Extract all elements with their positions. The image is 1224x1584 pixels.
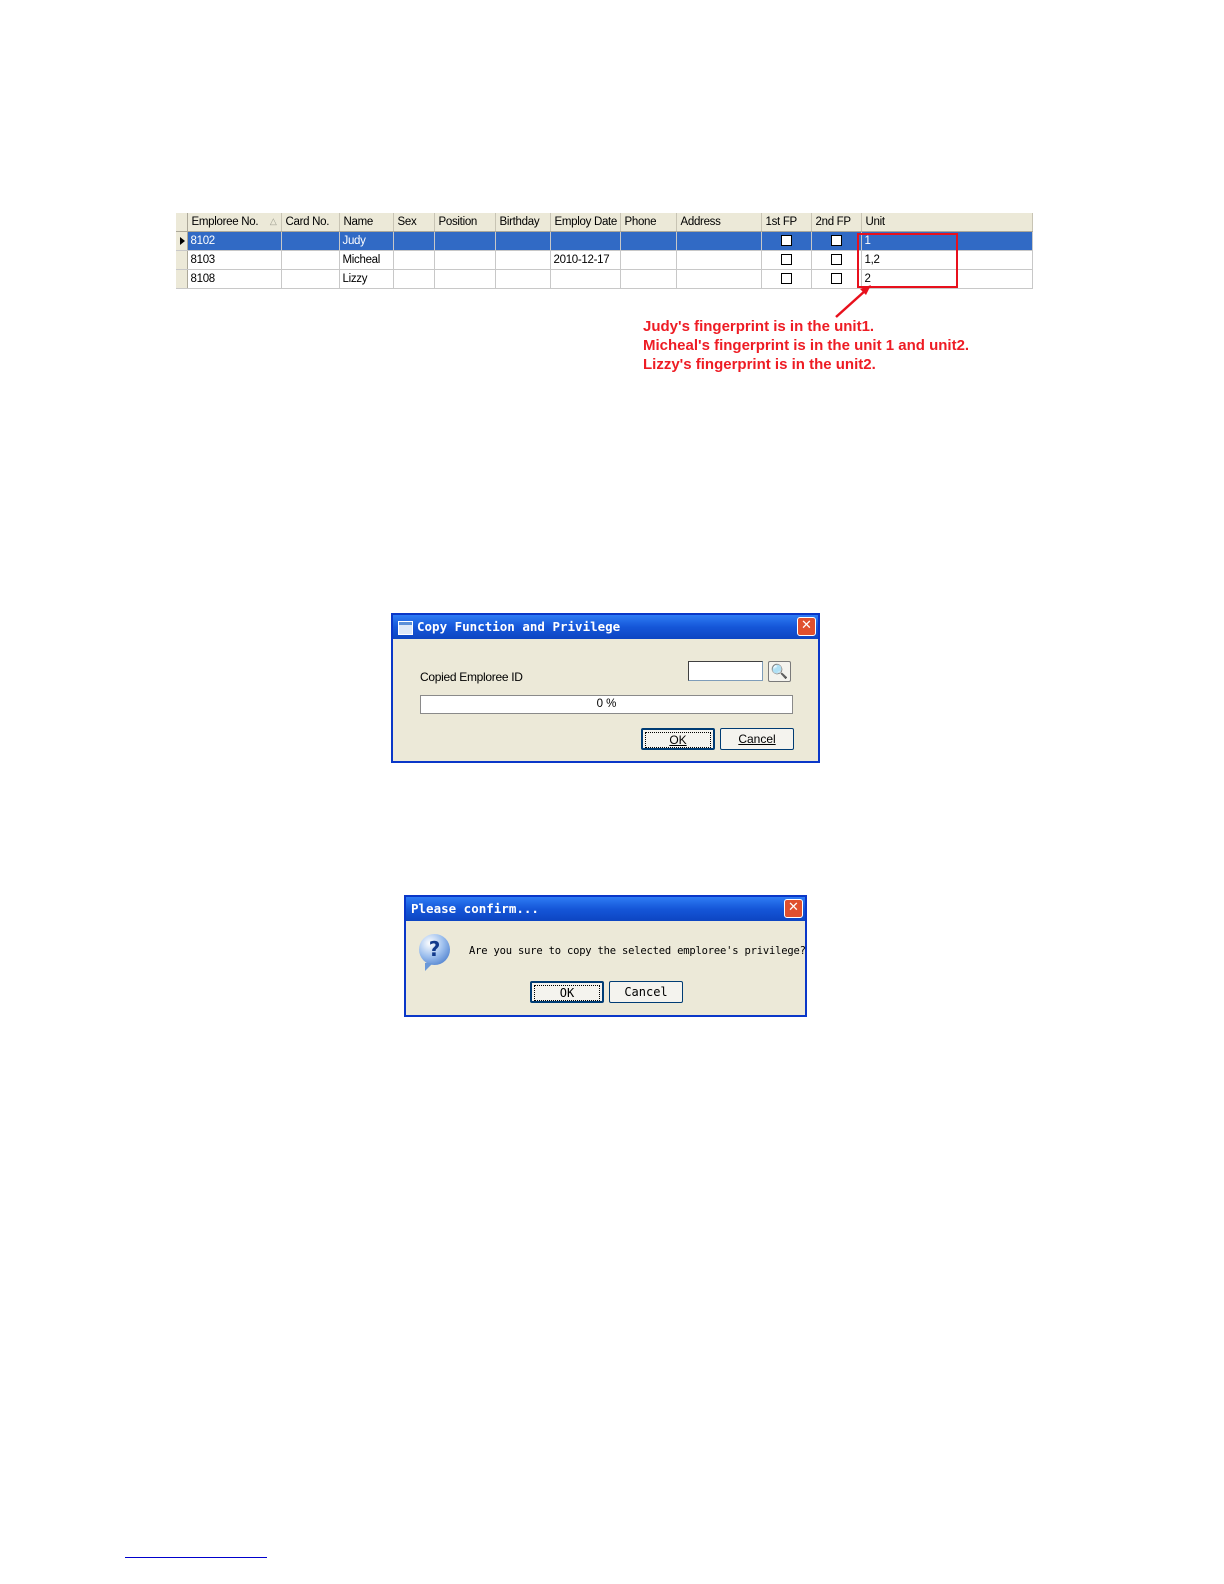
cancel-button-label: Cancel bbox=[624, 985, 668, 999]
ok-button[interactable]: OK bbox=[641, 728, 715, 750]
lookup-button[interactable]: 🔍 bbox=[768, 661, 791, 682]
cancel-button-label: Cancel bbox=[738, 732, 776, 746]
dialog-titlebar[interactable]: Copy Function and Privilege ✕ bbox=[393, 615, 818, 639]
cancel-button[interactable]: Cancel bbox=[720, 728, 794, 750]
progress-text: 0 % bbox=[596, 698, 617, 710]
progress-bar: 0 % bbox=[420, 695, 793, 714]
annotation-line: Micheal's fingerprint is in the unit 1 a… bbox=[643, 337, 970, 354]
footnote-separator bbox=[125, 1557, 267, 1558]
close-button[interactable]: ✕ bbox=[797, 617, 816, 636]
app-window-icon bbox=[398, 621, 413, 635]
confirm-dialog: Please confirm... ✕ ? Are you sure to co… bbox=[404, 895, 807, 1017]
copy-function-dialog: Copy Function and Privilege ✕ Copied Emp… bbox=[391, 613, 820, 763]
close-button[interactable]: ✕ bbox=[784, 899, 803, 918]
ok-button-label: OK bbox=[645, 732, 711, 748]
ok-button[interactable]: OK bbox=[530, 981, 604, 1003]
copied-emploree-id-label: Copied Emploree ID bbox=[420, 670, 523, 684]
annotation-text: Judy's fingerprint is in the unit1. Mich… bbox=[643, 317, 969, 374]
dialog-titlebar[interactable]: Please confirm... ✕ bbox=[406, 897, 805, 921]
callout-arrow bbox=[835, 285, 871, 318]
annotation-line: Judy's fingerprint is in the unit1. bbox=[643, 318, 875, 335]
question-icon: ? bbox=[419, 934, 450, 971]
dialog-title: Copy Function and Privilege bbox=[417, 619, 621, 634]
cancel-button[interactable]: Cancel bbox=[609, 981, 683, 1003]
dialog-title: Please confirm... bbox=[411, 901, 539, 916]
ok-button-label: OK bbox=[534, 985, 600, 1001]
copied-emploree-id-input[interactable] bbox=[688, 661, 763, 681]
confirm-message: Are you sure to copy the selected emplor… bbox=[469, 945, 806, 957]
annotation-line: Lizzy's fingerprint is in the unit2. bbox=[643, 356, 876, 373]
search-document-icon: 🔍 bbox=[770, 663, 789, 679]
